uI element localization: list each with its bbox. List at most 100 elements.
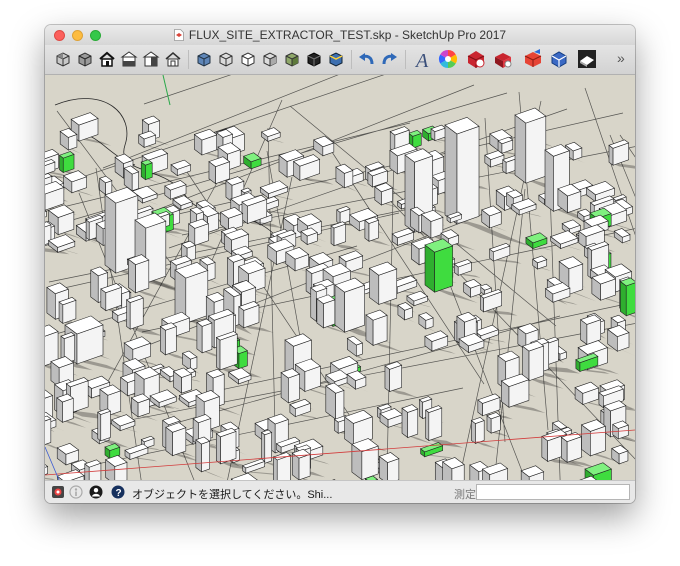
status-message: オブジェクトを選択してください。Shi... <box>132 489 333 501</box>
right-view-icon[interactable] <box>140 48 162 70</box>
building-front <box>323 299 336 329</box>
building-side <box>384 365 390 393</box>
instructor-help-icon[interactable]: ? <box>111 485 125 499</box>
iso-view-icon[interactable] <box>74 48 96 70</box>
building-side <box>330 225 335 247</box>
building-front <box>62 397 74 423</box>
3d-text-icon[interactable]: A <box>411 48 433 70</box>
building-side <box>104 194 117 274</box>
building-front <box>201 440 210 473</box>
measurements-label: 測定 <box>454 489 476 501</box>
building-side <box>620 280 627 317</box>
building-side <box>216 336 221 371</box>
building-side <box>480 295 484 313</box>
building-side <box>514 114 527 184</box>
undo-icon[interactable] <box>356 48 378 70</box>
building-front <box>145 162 153 181</box>
svg-text:A: A <box>414 50 429 70</box>
building-front <box>207 261 216 282</box>
building-front <box>528 345 544 382</box>
building-front <box>45 418 52 445</box>
building-side <box>425 409 430 442</box>
building-side <box>97 411 102 442</box>
building-front <box>264 431 272 464</box>
geo-location-icon[interactable] <box>51 485 65 499</box>
title-bar: FLUX_SITE_EXTRACTOR_TEST.skp - SketchUp … <box>45 25 635 45</box>
top-view-icon[interactable] <box>96 48 118 70</box>
components-icon[interactable] <box>548 48 570 70</box>
building-front <box>335 389 345 420</box>
building-side <box>160 325 166 356</box>
xray-style-icon[interactable] <box>193 48 215 70</box>
building-front <box>456 125 480 225</box>
building-front <box>165 326 177 356</box>
building-front <box>368 219 379 242</box>
building-side <box>273 456 278 480</box>
building-side <box>128 258 136 294</box>
building-side <box>310 287 317 322</box>
building-front <box>389 364 402 392</box>
main-toolbar: A » <box>45 45 635 75</box>
paint-bucket-icon[interactable] <box>437 48 459 70</box>
redo-icon[interactable] <box>378 48 400 70</box>
building-front <box>344 284 365 333</box>
building-front <box>100 410 111 442</box>
building-side <box>419 399 424 420</box>
building-front <box>201 322 213 354</box>
building-front <box>407 408 419 438</box>
building-front <box>428 407 443 441</box>
building-front <box>568 263 584 295</box>
building-front <box>298 453 311 480</box>
toolbar-separator <box>405 50 406 69</box>
building-front <box>185 269 209 324</box>
toolbar-separator <box>351 50 352 69</box>
credits-icon[interactable] <box>69 485 83 499</box>
building-side <box>58 301 64 324</box>
sketchup-window: FLUX_SITE_EXTRACTOR_TEST.skp - SketchUp … <box>45 25 635 503</box>
city-model-scene[interactable] <box>45 75 635 480</box>
building-front <box>288 373 300 404</box>
status-bar: ? オブジェクトを選択してください。Shi... 測定 <box>45 480 635 503</box>
building-side <box>334 284 345 333</box>
building-front <box>625 282 635 317</box>
building-side <box>471 419 476 445</box>
building-side <box>544 149 554 212</box>
building-side <box>608 144 614 166</box>
building-side <box>227 257 234 290</box>
extension-warehouse-icon[interactable] <box>492 48 514 70</box>
hidden-line-style-icon[interactable] <box>237 48 259 70</box>
svg-text:?: ? <box>116 488 122 499</box>
monochrome-style-icon[interactable] <box>303 48 325 70</box>
building-front <box>372 314 388 346</box>
toolbar-separator <box>188 50 189 69</box>
building-front <box>525 115 547 184</box>
orbit-box-icon[interactable] <box>52 48 74 70</box>
3d-warehouse-icon[interactable] <box>465 48 487 70</box>
wireframe-style-icon[interactable] <box>215 48 237 70</box>
window-title-text: FLUX_SITE_EXTRACTOR_TEST.skp - SketchUp … <box>188 28 507 42</box>
toolbar-overflow-button[interactable]: » <box>617 50 625 66</box>
building-front <box>475 420 485 444</box>
building-front <box>129 297 144 330</box>
measurements-input[interactable] <box>476 484 630 500</box>
shaded-style-icon[interactable] <box>259 48 281 70</box>
building-side <box>444 124 458 225</box>
building-side <box>401 407 409 439</box>
building-side <box>424 244 435 293</box>
building-side <box>196 321 203 354</box>
building-front <box>135 259 150 294</box>
building-side <box>126 299 131 330</box>
layout-send-icon[interactable] <box>522 48 544 70</box>
shaded-textures-style-icon[interactable] <box>281 48 303 70</box>
model-viewport[interactable] <box>45 75 635 480</box>
building-side <box>364 219 370 242</box>
building-side <box>195 439 202 473</box>
building-side <box>85 219 90 241</box>
back-edges-style-icon[interactable] <box>325 48 347 70</box>
user-account-icon[interactable] <box>89 485 103 499</box>
styles-panel-icon[interactable] <box>576 48 598 70</box>
building-side <box>215 433 221 465</box>
building-front <box>131 171 139 192</box>
back-view-icon[interactable] <box>162 48 184 70</box>
front-view-icon[interactable] <box>118 48 140 70</box>
